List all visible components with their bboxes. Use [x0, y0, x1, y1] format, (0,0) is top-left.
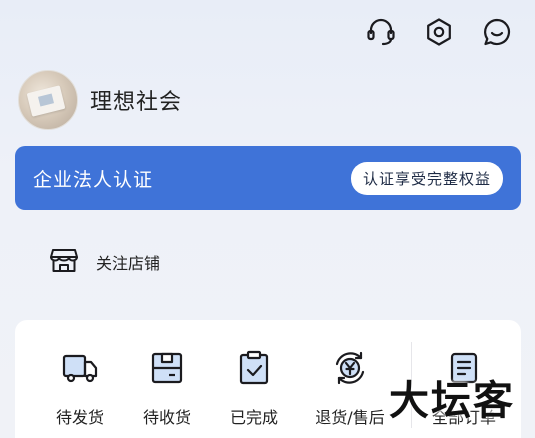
watermark: 大坛客: [389, 378, 515, 424]
package-icon: [147, 348, 187, 392]
message-icon[interactable]: [479, 14, 515, 50]
order-completed[interactable]: 已完成: [209, 348, 299, 428]
follow-store-button[interactable]: 关注店铺: [48, 244, 160, 280]
order-label: 待发货: [55, 408, 104, 427]
order-pending-receipt[interactable]: 待收货: [122, 348, 212, 428]
order-label: 已完成: [229, 408, 278, 427]
refund-icon: [330, 348, 370, 392]
follow-store-label: 关注店铺: [96, 254, 161, 273]
order-pending-shipment[interactable]: 待发货: [35, 348, 125, 428]
truck-icon: [60, 348, 100, 392]
settings-icon[interactable]: [421, 14, 457, 50]
order-label: 待收货: [142, 408, 191, 427]
certification-title: 企业法人认证: [33, 168, 154, 191]
certification-banner[interactable]: 企业法人认证 认证享受完整权益: [15, 146, 521, 210]
store-icon: [48, 244, 80, 280]
shop-name: 理想社会: [90, 90, 183, 115]
top-toolbar: [363, 14, 515, 50]
order-returns[interactable]: 退货/售后: [305, 348, 395, 428]
customer-service-icon[interactable]: [363, 14, 399, 50]
order-label: 退货/售后: [315, 408, 385, 427]
avatar[interactable]: [18, 70, 78, 130]
shop-profile[interactable]: 理想社会: [18, 70, 182, 130]
certification-button[interactable]: 认证享受完整权益: [350, 161, 503, 195]
clipboard-check-icon: [234, 348, 274, 392]
